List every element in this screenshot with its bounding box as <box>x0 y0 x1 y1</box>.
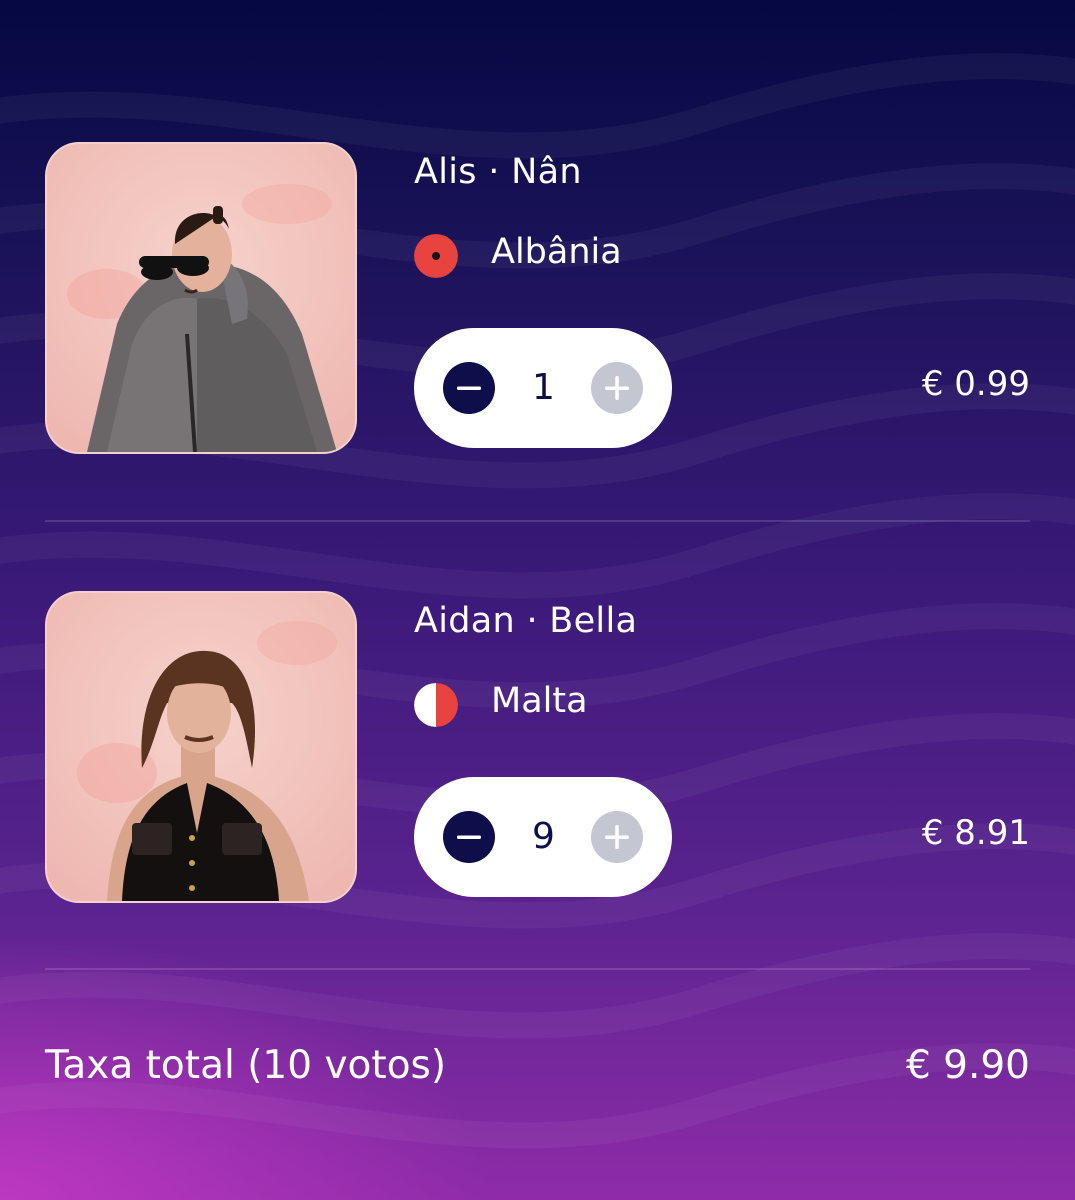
quantity-stepper: 1 <box>414 328 672 448</box>
artist-song-label: Aidan · Bella <box>414 601 638 641</box>
quantity-value: 9 <box>532 816 555 857</box>
total-label: Taxa total (10 votos) <box>45 1043 447 1088</box>
artist-song-label: Alis · Nân <box>414 152 582 192</box>
plus-icon <box>605 825 629 849</box>
item-price: € 0.99 <box>921 364 1030 404</box>
artist-photo <box>45 142 357 454</box>
minus-button[interactable] <box>443 362 495 414</box>
minus-button[interactable] <box>443 811 495 863</box>
malta-flag-icon <box>414 683 458 727</box>
divider <box>45 968 1030 970</box>
plus-button[interactable] <box>591 811 643 863</box>
plus-button[interactable] <box>591 362 643 414</box>
minus-icon <box>457 835 481 839</box>
vote-item: Alis · Nân Albânia 1 € 0.99 <box>0 142 1075 462</box>
country-label: Albânia <box>491 232 622 272</box>
item-price: € 8.91 <box>921 813 1030 853</box>
quantity-value: 1 <box>532 367 555 408</box>
vote-item: Aidan · Bella Malta 9 € 8.91 <box>0 591 1075 911</box>
country-label: Malta <box>491 681 588 721</box>
minus-icon <box>457 386 481 390</box>
albania-flag-icon <box>414 234 458 278</box>
divider <box>45 520 1030 522</box>
total-value: € 9.90 <box>905 1043 1030 1088</box>
quantity-stepper: 9 <box>414 777 672 897</box>
plus-icon <box>605 376 629 400</box>
artist-photo <box>45 591 357 903</box>
